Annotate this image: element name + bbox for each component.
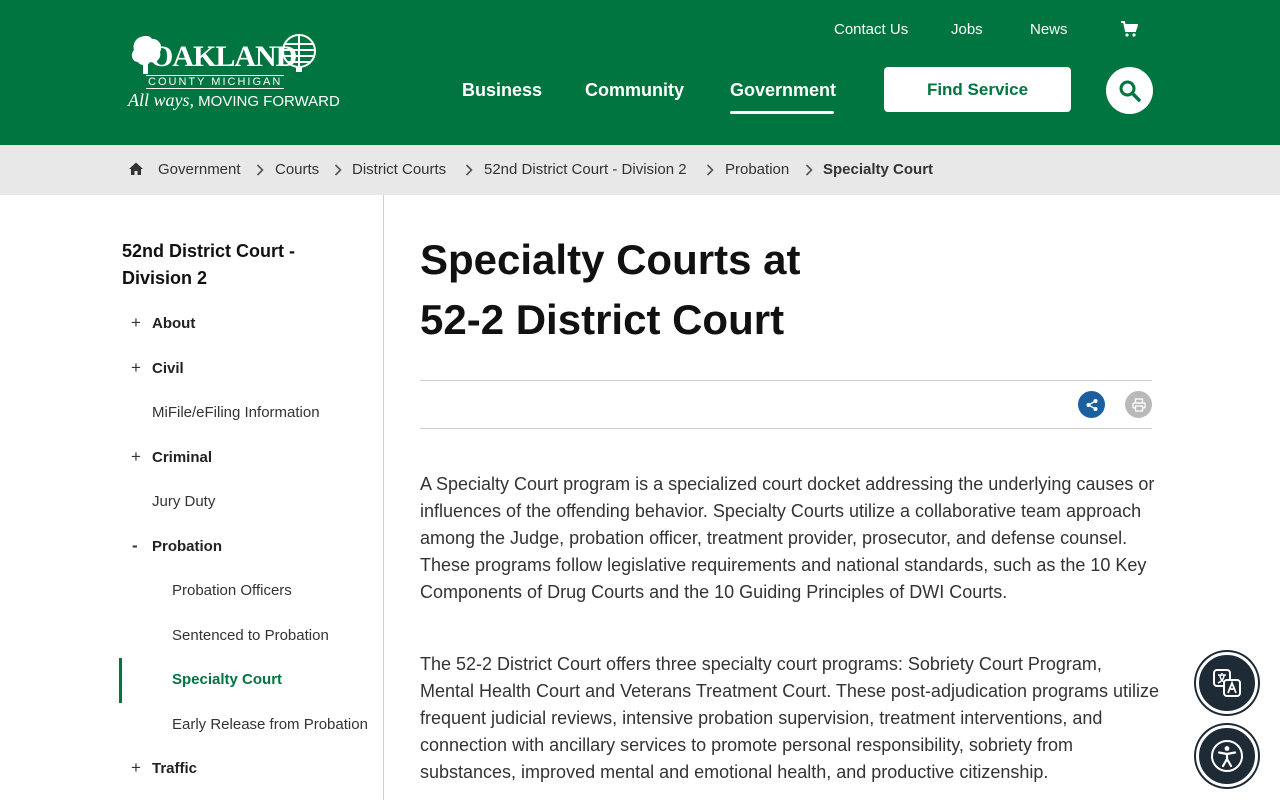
body-paragraph: A Specialty Court program is a specializ… — [420, 474, 1155, 602]
sidebar-item-probation-officers[interactable]: Probation Officers — [172, 581, 292, 601]
collapse-icon[interactable]: - — [132, 536, 138, 556]
active-item-indicator — [119, 658, 122, 703]
translate-button[interactable] — [1196, 652, 1258, 714]
jobs-link[interactable]: Jobs — [951, 21, 983, 39]
sidebar-item-early-release[interactable]: Early Release from Probation — [172, 715, 368, 735]
chevron-right-icon — [334, 164, 342, 176]
chevron-right-icon — [805, 164, 813, 176]
logo-subtitle: COUNTY MICHIGAN — [146, 75, 285, 89]
search-button[interactable] — [1106, 67, 1153, 114]
sidebar-item-mifile[interactable]: MiFile/eFiling Information — [152, 403, 320, 423]
breadcrumb-item[interactable]: Probation — [725, 161, 789, 179]
share-icon — [1086, 398, 1097, 411]
page-title-line-1: Specialty Courts at — [420, 236, 801, 283]
sidebar-title[interactable]: 52nd District Court - Division 2 — [122, 238, 302, 292]
print-icon — [1131, 397, 1146, 412]
breadcrumb-item[interactable]: 52nd District Court - Division 2 — [484, 161, 687, 179]
globe-logo-icon — [282, 34, 316, 72]
chevron-right-icon — [256, 164, 264, 176]
find-service-button[interactable]: Find Service — [884, 67, 1071, 112]
sidebar-item-sentenced-to-probation[interactable]: Sentenced to Probation — [172, 626, 329, 646]
expand-icon[interactable]: + — [131, 313, 141, 333]
expand-icon[interactable]: + — [131, 358, 141, 378]
breadcrumb-item[interactable]: District Courts — [352, 161, 446, 179]
page-title: Specialty Courts at 52-2 District Court — [420, 230, 940, 350]
share-button[interactable] — [1078, 391, 1105, 418]
sidebar-item-jury-duty[interactable]: Jury Duty — [152, 492, 215, 512]
site-header: OAKLAND COUNTY MICHIGAN All ways, MOVING… — [0, 0, 1280, 145]
sidebar-divider — [383, 195, 384, 800]
accessibility-button[interactable] — [1196, 725, 1258, 787]
logo-tagline-italic: All ways, — [128, 90, 194, 110]
nav-community[interactable]: Community — [585, 79, 684, 101]
contact-us-link[interactable]: Contact Us — [834, 21, 908, 39]
sidebar-item-about[interactable]: About — [152, 314, 195, 334]
breadcrumb-item[interactable]: Government — [158, 161, 241, 179]
sidebar-item-civil[interactable]: Civil — [152, 359, 184, 379]
logo-tagline-rest: MOVING FORWARD — [194, 93, 340, 110]
oakland-county-logo[interactable]: OAKLAND COUNTY MICHIGAN All ways, MOVING… — [128, 30, 340, 116]
sidebar-item-probation[interactable]: Probation — [152, 537, 222, 557]
sidebar-item-specialty-court[interactable]: Specialty Court — [172, 670, 282, 690]
breadcrumb-item[interactable]: Courts — [275, 161, 319, 179]
logo-tagline: All ways, MOVING FORWARD — [128, 90, 340, 112]
divider — [420, 428, 1152, 429]
home-icon[interactable] — [128, 161, 144, 177]
sidebar-item-criminal[interactable]: Criminal — [152, 448, 212, 468]
sidebar-item-traffic[interactable]: Traffic — [152, 759, 197, 779]
news-link[interactable]: News — [1030, 21, 1068, 39]
nav-active-indicator — [730, 111, 834, 114]
page-title-line-2: 52-2 District Court — [420, 296, 785, 343]
nav-government[interactable]: Government — [730, 79, 836, 101]
accessibility-icon — [1211, 740, 1243, 772]
cart-icon[interactable] — [1120, 20, 1138, 38]
breadcrumb-current: Specialty Court — [823, 161, 934, 178]
body-paragraph: The 52-2 District Court offers three spe… — [420, 654, 1160, 782]
expand-icon[interactable]: + — [131, 758, 141, 778]
print-button[interactable] — [1125, 391, 1152, 418]
search-icon — [1119, 80, 1141, 102]
nav-business[interactable]: Business — [462, 79, 542, 101]
logo-wordmark: OAKLAND — [150, 40, 297, 73]
chevron-right-icon — [465, 164, 473, 176]
translate-icon — [1213, 669, 1241, 697]
divider — [420, 380, 1152, 381]
expand-icon[interactable]: + — [131, 447, 141, 467]
breadcrumb: Government Courts District Courts 52nd D… — [0, 145, 1280, 195]
chevron-right-icon — [706, 164, 714, 176]
